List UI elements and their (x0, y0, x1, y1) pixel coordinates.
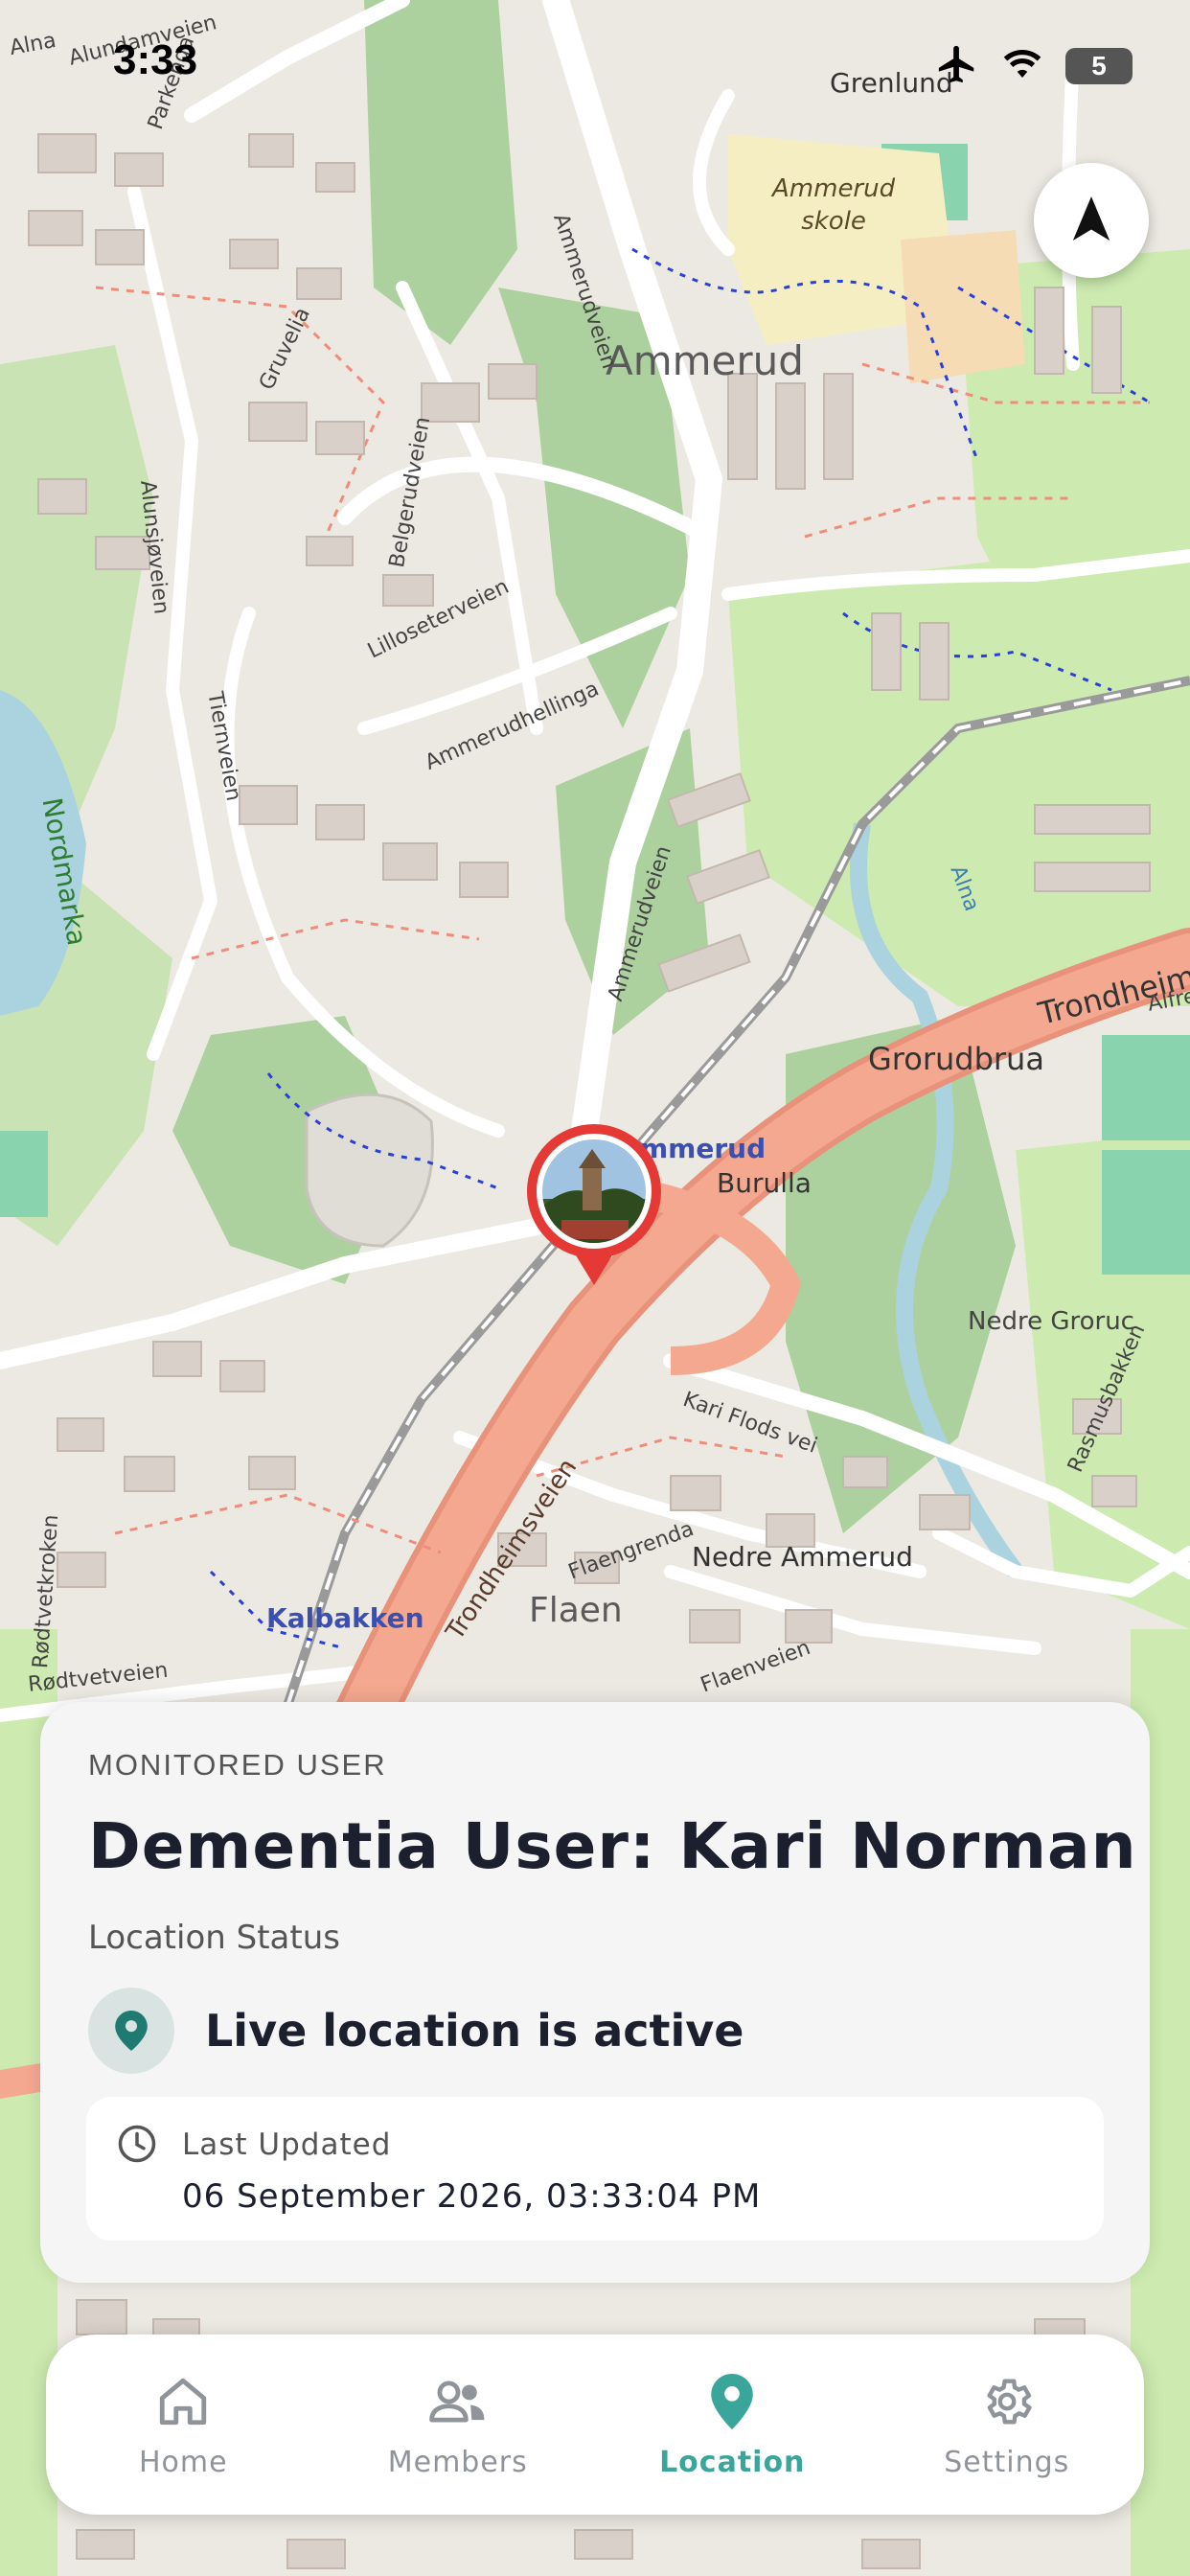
map-label-kalbakken: Kalbakken (266, 1602, 424, 1634)
nav-members-label: Members (387, 2445, 528, 2479)
nav-settings-label: Settings (944, 2445, 1070, 2479)
map-label-ammerud: Ammerud (606, 337, 804, 384)
recenter-button[interactable] (1034, 163, 1149, 278)
last-updated-label: Last Updated (182, 2128, 392, 2162)
navigation-arrow-icon (1069, 195, 1113, 246)
nav-location-label: Location (659, 2445, 806, 2479)
last-updated-value: 06 September 2026, 03:33:04 PM (182, 2177, 762, 2216)
map-label-flaen: Flaen (529, 1591, 623, 1630)
map-label-grorudbrua: Grorudbrua (868, 1041, 1044, 1077)
location-status-heading: Location Status (88, 1919, 340, 1957)
airplane-icon (935, 42, 979, 90)
status-icons: 5 (935, 42, 1133, 90)
map-label-burulla: Burulla (717, 1167, 812, 1199)
user-location-marker[interactable] (523, 1124, 665, 1289)
gear-icon (979, 2371, 1035, 2432)
members-icon (428, 2371, 488, 2432)
map-label-nedre-grorud: Nedre Groruc (968, 1307, 1134, 1336)
location-pin-icon (711, 2371, 753, 2432)
location-pin-icon (88, 1988, 174, 2074)
location-status-text: Live location is active (205, 2005, 744, 2057)
last-updated-box: Last Updated 06 September 2026, 03:33:04… (86, 2097, 1104, 2241)
nav-location[interactable]: Location (595, 2334, 870, 2515)
map-label-ammerud-skole: Ammerud skole (772, 174, 896, 236)
battery-icon: 5 (1065, 48, 1133, 84)
card-title: Dementia User: Kari Norman (88, 1809, 1137, 1883)
nav-settings[interactable]: Settings (870, 2334, 1145, 2515)
map-label-nedre-ammerud: Nedre Ammerud (692, 1541, 913, 1573)
wifi-icon (1002, 47, 1042, 85)
card-kicker: MONITORED USER (88, 1748, 387, 1782)
nav-members[interactable]: Members (321, 2334, 596, 2515)
status-bar: 3:33 5 (0, 0, 1190, 126)
location-status-row: Live location is active (88, 1988, 744, 2074)
clock-icon (117, 2124, 157, 2168)
bottom-navigation: Home Members Location Settings (46, 2334, 1144, 2515)
user-photo-avatar (542, 1139, 646, 1243)
status-time: 3:33 (113, 36, 198, 83)
home-icon (155, 2371, 211, 2432)
monitored-user-card: MONITORED USER Dementia User: Kari Norma… (40, 1702, 1150, 2283)
nav-home-label: Home (138, 2445, 228, 2479)
nav-home[interactable]: Home (46, 2334, 321, 2515)
